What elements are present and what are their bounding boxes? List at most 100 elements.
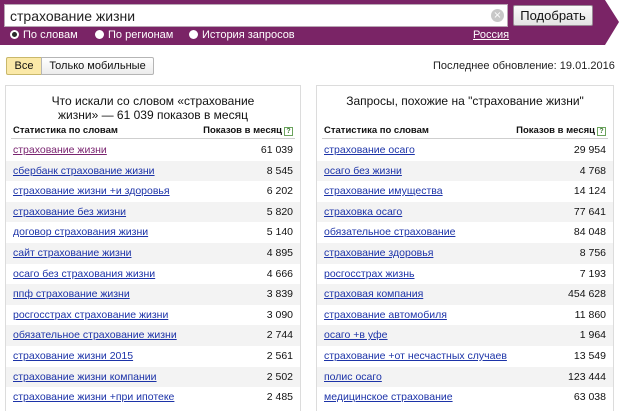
left-col-count-label: Показов в месяц: [203, 125, 282, 136]
table-row: обязательное страхование 84 048: [317, 222, 613, 243]
impressions-count: 6 202: [266, 185, 293, 198]
impressions-count: 3 839: [266, 288, 293, 301]
mode-history[interactable]: История запросов: [189, 29, 295, 41]
search-header: страхование жизни × Подобрать По словам …: [0, 0, 623, 45]
right-header-divider: [322, 138, 608, 139]
table-row: страхование +от несчастных случаев 13 549: [317, 346, 613, 367]
keyword-link[interactable]: росгосстрах страхование жизни: [13, 309, 168, 321]
keyword-link[interactable]: обязательное страхование жизни: [13, 329, 177, 341]
impressions-count: 2 502: [266, 370, 293, 383]
table-row: осаго без жизни 4 768: [317, 160, 613, 182]
mode-by-regions-label: По регионам: [108, 29, 174, 41]
last-update-text: Последнее обновление: 19.01.2016: [433, 60, 615, 72]
right-results-list: страхование осаго 29 954 осаго без жизни 4 …: [317, 140, 613, 408]
table-row: сбербанк страхование жизни 8 545: [6, 160, 300, 182]
left-col-keyword-header: Статистика по словам: [13, 125, 118, 136]
impressions-count: 63 038: [573, 391, 606, 404]
table-row: сайт страхование жизни 4 895: [6, 242, 300, 264]
keyword-link[interactable]: страхование жизни 2015: [13, 350, 133, 362]
keyword-link[interactable]: страхование жизни компании: [13, 371, 157, 383]
keyword-link[interactable]: страхование +от несчастных случаев: [324, 350, 507, 362]
impressions-count: 77 641: [573, 205, 606, 218]
table-row: медицинское страхование 63 038: [317, 387, 613, 408]
right-col-count-label: Показов в месяц: [516, 125, 595, 136]
keyword-link[interactable]: сбербанк страхование жизни: [13, 165, 155, 177]
table-row: страхование жизни +и здоровья 6 202: [6, 181, 300, 202]
filter-all-button[interactable]: Все: [6, 57, 42, 75]
impressions-count: 2 485: [266, 391, 293, 404]
table-row: страховая компания 454 628: [317, 284, 613, 305]
help-icon[interactable]: ?: [284, 127, 293, 136]
keyword-link[interactable]: страхование автомобиля: [324, 309, 447, 321]
table-row: страхование имущества 14 124: [317, 181, 613, 202]
wordstat-page: страхование жизни × Подобрать По словам …: [0, 0, 623, 411]
keyword-link[interactable]: обязательное страхование: [324, 226, 455, 238]
search-input[interactable]: страхование жизни ×: [4, 4, 508, 27]
table-row: росгосстрах жизнь 7 193: [317, 264, 613, 285]
keyword-link[interactable]: полис осаго: [324, 371, 382, 383]
keyword-link[interactable]: договор страхования жизни: [13, 226, 148, 238]
radio-icon: [189, 30, 198, 39]
right-col-count-header: Показов в месяц?: [516, 125, 606, 136]
impressions-count: 454 628: [568, 288, 606, 301]
impressions-count: 84 048: [573, 226, 606, 239]
left-header-divider: [11, 138, 295, 139]
right-panel-title: Запросы, похожие на "страхование жизни": [346, 94, 584, 108]
region-link[interactable]: Россия: [473, 29, 509, 41]
clear-icon[interactable]: ×: [491, 9, 504, 22]
table-row: полис осаго 123 444: [317, 366, 613, 388]
mode-history-label: История запросов: [202, 29, 295, 41]
table-row: осаго без страхования жизни 4 666: [6, 264, 300, 285]
radio-checked-icon: [10, 30, 19, 39]
mode-by-words[interactable]: По словам: [10, 29, 78, 41]
left-panel-title: Что искали со словом «страхование жизни»…: [6, 94, 300, 122]
keyword-link[interactable]: росгосстрах жизнь: [324, 268, 415, 280]
right-results-panel: Запросы, похожие на "страхование жизни" …: [316, 85, 614, 411]
help-icon[interactable]: ?: [597, 127, 606, 136]
keyword-link[interactable]: медицинское страхование: [324, 391, 453, 403]
keyword-link[interactable]: страхование осаго: [324, 144, 415, 156]
keyword-link[interactable]: страхование без жизни: [13, 206, 126, 218]
impressions-count: 61 039: [260, 144, 293, 156]
keyword-link[interactable]: осаго +в уфе: [324, 329, 388, 341]
table-row: росгосстрах страхование жизни 3 090: [6, 305, 300, 326]
mode-by-words-label: По словам: [23, 29, 78, 41]
table-row: страхование осаго 29 954: [317, 140, 613, 161]
submit-button[interactable]: Подобрать: [513, 5, 593, 26]
left-results-panel: Что искали со словом «страхование жизни»…: [5, 85, 301, 411]
keyword-link[interactable]: страховка осаго: [324, 206, 402, 218]
left-panel-title-line2: жизни» — 61 039 показов в месяц: [58, 108, 248, 122]
keyword-link[interactable]: сайт страхование жизни: [13, 247, 131, 259]
impressions-count: 4 768: [579, 164, 606, 177]
table-row: обязательное страхование жизни 2 744: [6, 325, 300, 346]
impressions-count: 29 954: [573, 144, 606, 156]
keyword-link[interactable]: страховая компания: [324, 288, 423, 300]
keyword-link[interactable]: страхование здоровья: [324, 247, 433, 259]
keyword-link[interactable]: страхование жизни +при ипотеке: [13, 391, 174, 403]
table-row: страхование жизни 61 039: [6, 140, 300, 161]
impressions-count: 2 744: [266, 329, 293, 342]
keyword-link[interactable]: ппф страхование жизни: [13, 288, 130, 300]
impressions-count: 5 140: [266, 226, 293, 239]
impressions-count: 14 124: [573, 185, 606, 198]
impressions-count: 8 756: [579, 246, 606, 259]
filter-mobile-button[interactable]: Только мобильные: [41, 57, 154, 75]
mode-by-regions[interactable]: По регионам: [95, 29, 173, 41]
table-row: ппф страхование жизни 3 839: [6, 284, 300, 305]
right-col-keyword-header: Статистика по словам: [324, 125, 429, 136]
keyword-link[interactable]: страхование имущества: [324, 185, 443, 197]
table-row: договор страхования жизни 5 140: [6, 222, 300, 243]
keyword-link[interactable]: страхование жизни: [13, 144, 107, 156]
impressions-count: 13 549: [573, 349, 606, 362]
impressions-count: 3 090: [266, 308, 293, 321]
impressions-count: 4 666: [266, 267, 293, 280]
impressions-count: 11 860: [574, 308, 606, 321]
radio-icon: [95, 30, 104, 39]
left-col-count-header: Показов в месяц?: [203, 125, 293, 136]
impressions-count: 1 964: [579, 329, 606, 342]
keyword-link[interactable]: страхование жизни +и здоровья: [13, 185, 170, 197]
table-row: страхование жизни +при ипотеке 2 485: [6, 387, 300, 408]
keyword-link[interactable]: осаго без жизни: [324, 165, 402, 177]
keyword-link[interactable]: осаго без страхования жизни: [13, 268, 155, 280]
impressions-count: 2 561: [266, 349, 293, 362]
